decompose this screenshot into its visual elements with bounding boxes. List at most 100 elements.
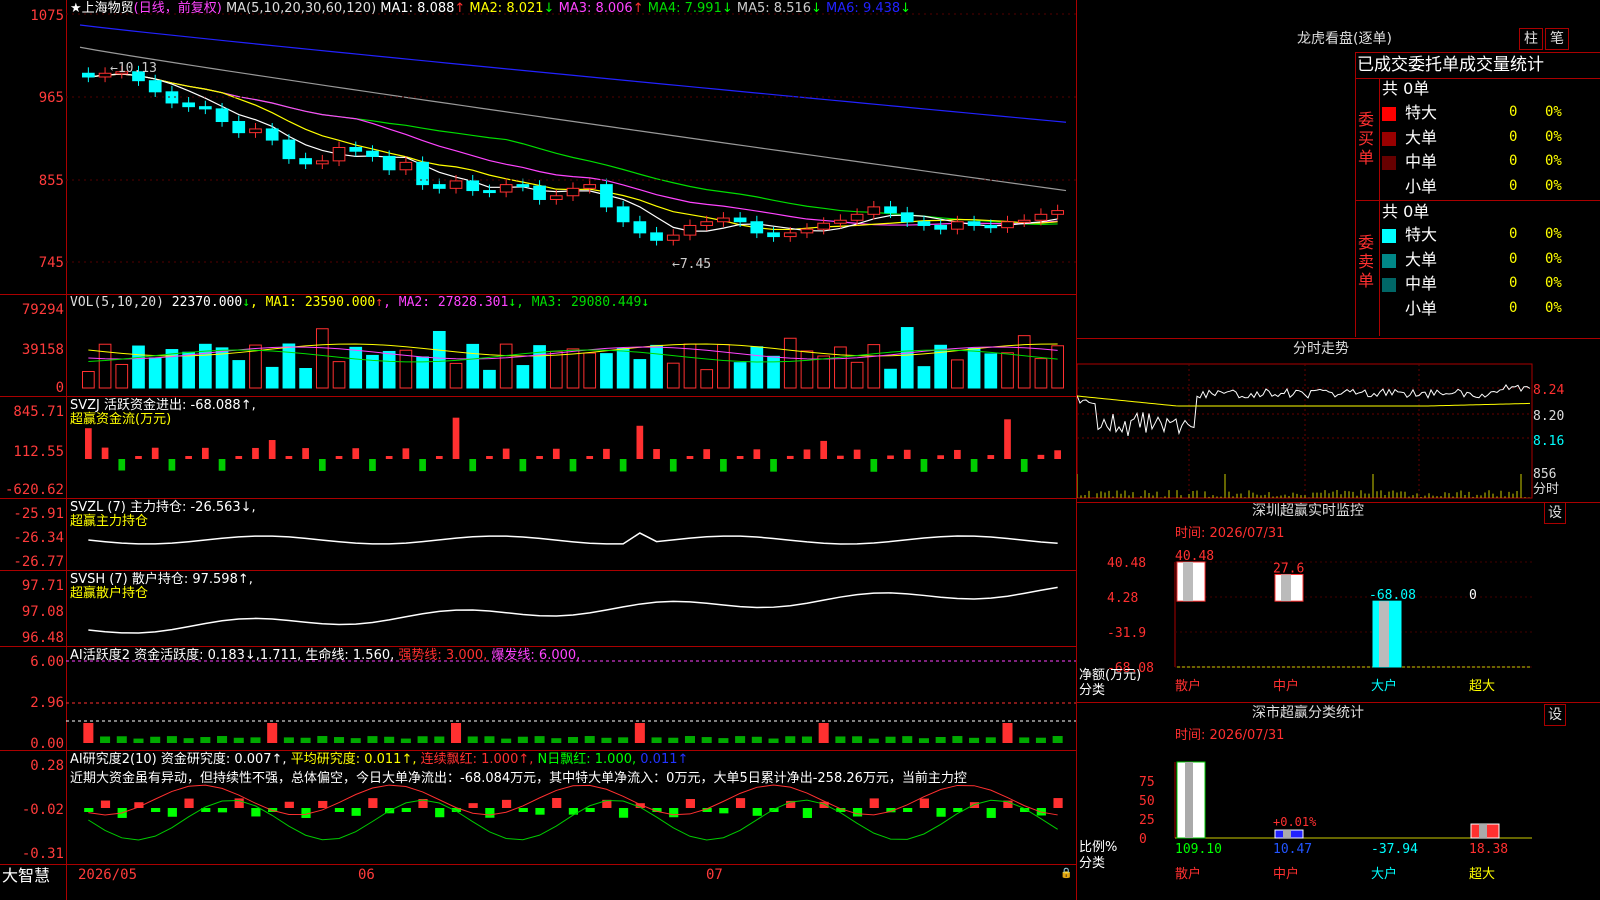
- sz-monitor-chart[interactable]: 40.484.28-31.9-68.0840.48散户27.6中户-68.08大…: [1077, 540, 1600, 700]
- activity-bar: [735, 736, 745, 743]
- order-percent: 0%: [1545, 276, 1562, 291]
- research-bar: [803, 808, 812, 818]
- candle-body: [350, 148, 362, 152]
- candle-body: [183, 103, 195, 107]
- research-bar: [435, 808, 444, 817]
- flow-bar: [921, 459, 928, 472]
- legend-swatch: [1382, 107, 1396, 121]
- cls-bar-shade: [1185, 762, 1193, 838]
- intraday-chart[interactable]: [1077, 362, 1600, 502]
- flow-bar: [653, 449, 660, 459]
- candle-body: [901, 213, 913, 222]
- flow-bar: [637, 426, 644, 459]
- activity-bar: [1053, 736, 1063, 743]
- flow-bar: [118, 459, 125, 471]
- star-icon[interactable]: ★: [70, 1, 82, 16]
- order-size-label: 中单: [1405, 152, 1437, 172]
- sz-bar-shade: [1183, 562, 1193, 601]
- legend-swatch: [1382, 229, 1396, 243]
- volume-bar: [433, 331, 445, 388]
- research-bar: [402, 808, 411, 812]
- legend-swatch: [1382, 254, 1396, 268]
- volume-bar: [952, 360, 964, 388]
- y-tick: 39158: [0, 342, 64, 358]
- candle-body: [283, 140, 295, 159]
- flow-bar: [302, 448, 309, 459]
- activity-bar: [284, 737, 294, 743]
- volume-bar: [350, 347, 362, 388]
- y-tick: 1075: [0, 8, 64, 24]
- research-bar: [853, 808, 862, 816]
- volume-bar: [133, 346, 145, 388]
- ai2-header: AI研究度2(10) 资金研究度: 0.007↑, 平均研究度: 0.011↑,…: [70, 752, 688, 767]
- sz-settings-button[interactable]: 设: [1544, 502, 1566, 524]
- cls-stats-title: 深市超赢分类统计: [1252, 706, 1364, 721]
- cls-ylabel: 比例%: [1079, 840, 1117, 855]
- volume-bar: [868, 345, 880, 388]
- research-bar: [535, 808, 544, 815]
- lock-icon[interactable]: 🔒: [1060, 868, 1070, 878]
- buy-side-label: 委买单: [1358, 110, 1376, 167]
- activity-bar: [367, 736, 377, 743]
- tab-tick-list[interactable]: 笔: [1545, 28, 1569, 50]
- volume-bar: [1052, 346, 1064, 388]
- flow-bar: [403, 448, 410, 459]
- flow-bar: [837, 456, 844, 459]
- y-tick: 79294: [0, 302, 64, 318]
- candle-body: [333, 148, 345, 161]
- cls-stats-chart[interactable]: 75 50 25 0 109.10 散户 10.47 中户 -37.94 大户 18.38 超大: [1077, 740, 1600, 900]
- activity-bar: [1036, 738, 1046, 743]
- low-price-label: ←7.45: [672, 257, 711, 272]
- sz-category: 超大: [1469, 679, 1495, 694]
- candle-body: [684, 225, 696, 235]
- flow-bar: [954, 450, 961, 459]
- y-tick: 50: [1139, 794, 1155, 809]
- kline-header: ★上海物贸(日线，前复权) MA(5,10,20,30,60,120) MA1:…: [70, 1, 911, 16]
- volume-bar: [333, 362, 345, 388]
- activity-bar: [869, 739, 879, 743]
- flow-bar: [135, 456, 142, 459]
- volume-bar: [835, 347, 847, 388]
- sz-bar-shade: [1379, 601, 1389, 667]
- research-bar: [485, 808, 494, 818]
- y-tick: 40.48: [1107, 556, 1146, 571]
- research-bar: [218, 808, 227, 812]
- candle-body: [166, 92, 178, 103]
- candle-body: [768, 233, 780, 237]
- candle-body: [266, 129, 278, 140]
- activity-bar: [718, 738, 728, 743]
- order-percent: 0%: [1545, 130, 1562, 145]
- legend-swatch: [1382, 156, 1396, 170]
- chart-area[interactable]: ★上海物贸(日线，前复权) MA(5,10,20,30,60,120) MA1:…: [0, 0, 1076, 900]
- position-line: [88, 533, 1057, 544]
- order-percent: 0%: [1545, 252, 1562, 267]
- order-size-label: 小单: [1405, 177, 1437, 197]
- candle-body: [1018, 220, 1030, 222]
- period-label: (日线，前复权): [134, 1, 222, 16]
- volume-bar: [651, 345, 663, 388]
- order-percent: 0%: [1545, 105, 1562, 120]
- candle-body: [300, 159, 312, 164]
- legend-swatch: [1382, 132, 1396, 146]
- candle-body: [701, 222, 713, 226]
- flow-bar: [369, 459, 376, 471]
- order-percent: 0%: [1545, 154, 1562, 169]
- volume-bar: [450, 363, 462, 388]
- y-tick: 745: [0, 255, 64, 271]
- research-bar: [686, 799, 695, 808]
- cls-category: 中户: [1273, 866, 1299, 882]
- volume-bar: [584, 353, 596, 388]
- order-size-label: 中单: [1405, 274, 1437, 294]
- cls-settings-button[interactable]: 设: [1544, 704, 1566, 726]
- activity-bar: [100, 736, 110, 743]
- candle-body: [818, 223, 830, 229]
- research-bar: [502, 800, 511, 808]
- tab-bar-chart[interactable]: 柱: [1519, 28, 1543, 50]
- order-count: 0: [1509, 301, 1517, 316]
- research-bar: [1053, 798, 1062, 808]
- y-tick: 4.28: [1107, 591, 1138, 606]
- volume-bar: [149, 358, 161, 388]
- activity-bar: [936, 737, 946, 743]
- order-count: 0: [1509, 179, 1517, 194]
- flow-bar: [703, 449, 710, 459]
